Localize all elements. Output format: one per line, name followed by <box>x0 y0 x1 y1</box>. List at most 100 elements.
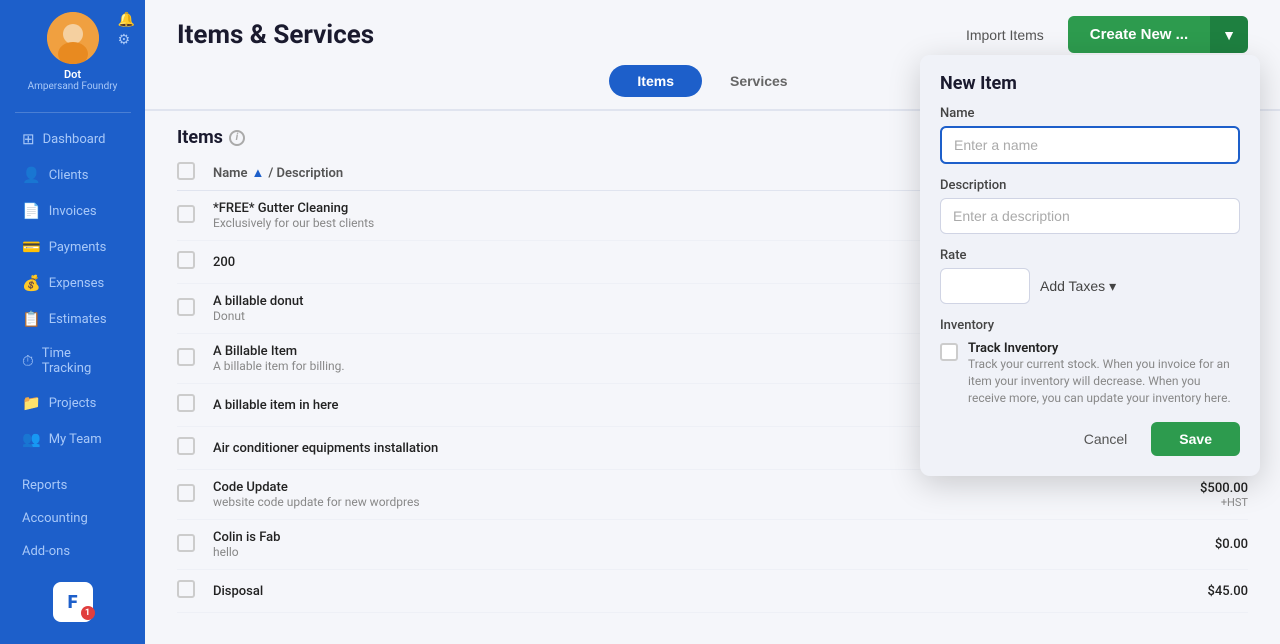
payments-icon: 💳 <box>22 238 41 256</box>
sidebar-item-dashboard[interactable]: ⊞ Dashboard <box>6 122 139 156</box>
sidebar-item-payments[interactable]: 💳 Payments <box>6 230 139 264</box>
track-inventory-title: Track Inventory <box>968 341 1240 356</box>
tab-items[interactable]: Items <box>609 65 702 97</box>
sidebar-item-label: Estimates <box>49 312 107 327</box>
track-inventory-text: Track Inventory Track your current stock… <box>968 341 1240 406</box>
sidebar-item-label: Accounting <box>22 511 88 526</box>
item-tax: +HST <box>1168 496 1248 509</box>
chevron-down-icon: ▼ <box>1222 27 1236 43</box>
inventory-section: Inventory Track Inventory Track your cur… <box>940 318 1240 406</box>
invoices-icon: 📄 <box>22 202 41 220</box>
user-name: Dot <box>64 68 81 81</box>
sidebar-item-label: My Team <box>49 432 102 447</box>
sidebar-item-accounting[interactable]: Accounting <box>6 503 139 534</box>
table-row: Disposal $45.00 <box>177 570 1248 613</box>
sidebar-bottom: F 1 <box>43 572 103 632</box>
inventory-label: Inventory <box>940 318 1240 333</box>
item-price: $0.00 <box>1168 537 1248 552</box>
item-name: Colin is Fab <box>213 530 1168 545</box>
sidebar-item-label: Projects <box>49 396 97 411</box>
sidebar-item-projects[interactable]: 📁 Projects <box>6 386 139 420</box>
row-checkbox[interactable] <box>177 580 195 598</box>
name-form-group: Name <box>940 106 1240 164</box>
my-team-icon: 👥 <box>22 430 41 448</box>
sidebar-item-label: Expenses <box>49 276 105 291</box>
header-actions: Import Items Create New ... ▼ <box>954 16 1248 53</box>
row-checkbox[interactable] <box>177 205 195 223</box>
clients-icon: 👤 <box>22 166 41 184</box>
description-form-group: Description <box>940 178 1240 234</box>
sidebar-item-add-ons[interactable]: Add-ons <box>6 536 139 567</box>
sidebar: Dot Ampersand Foundry 🔔 ⚙ ⊞ Dashboard 👤 … <box>0 0 145 644</box>
main-content: Items & Services Import Items Create New… <box>145 0 1280 644</box>
row-checkbox[interactable] <box>177 394 195 412</box>
cancel-button[interactable]: Cancel <box>1072 423 1140 455</box>
sidebar-divider <box>15 112 131 113</box>
sidebar-item-expenses[interactable]: 💰 Expenses <box>6 266 139 300</box>
sidebar-nav: ⊞ Dashboard 👤 Clients 📄 Invoices 💳 Payme… <box>0 121 145 572</box>
sidebar-item-label: Add-ons <box>22 544 70 559</box>
bell-icon[interactable]: 🔔 <box>118 12 135 28</box>
chevron-down-icon: ▾ <box>1109 278 1116 295</box>
item-name: Code Update <box>213 480 1168 495</box>
import-items-button[interactable]: Import Items <box>954 21 1056 49</box>
track-inventory-row: Track Inventory Track your current stock… <box>940 341 1240 406</box>
name-input[interactable] <box>940 126 1240 164</box>
sidebar-item-invoices[interactable]: 📄 Invoices <box>6 194 139 228</box>
row-checkbox[interactable] <box>177 298 195 316</box>
rate-label: Rate <box>940 248 1240 263</box>
dashboard-icon: ⊞ <box>22 130 35 148</box>
table-row: Colin is Fab hello $0.00 <box>177 520 1248 570</box>
item-name: Disposal <box>213 584 1168 599</box>
add-taxes-button[interactable]: Add Taxes ▾ <box>1040 278 1116 295</box>
row-checkbox[interactable] <box>177 437 195 455</box>
table-row: Code Update website code update for new … <box>177 470 1248 520</box>
sidebar-icon-group: 🔔 ⚙ <box>118 12 135 48</box>
item-desc: hello <box>213 545 1168 559</box>
sidebar-item-label: Invoices <box>49 204 97 219</box>
tab-services[interactable]: Services <box>702 65 816 97</box>
sidebar-item-label: Payments <box>49 240 107 255</box>
create-new-chevron-button[interactable]: ▼ <box>1210 16 1248 53</box>
name-label: Name <box>940 106 1240 121</box>
expenses-icon: 💰 <box>22 274 41 292</box>
sidebar-item-estimates[interactable]: 📋 Estimates <box>6 302 139 336</box>
sidebar-item-clients[interactable]: 👤 Clients <box>6 158 139 192</box>
time-tracking-icon: ⏱ <box>22 352 34 370</box>
track-inventory-desc: Track your current stock. When you invoi… <box>968 356 1240 406</box>
item-price: $500.00 <box>1168 481 1248 496</box>
rate-row: $0.00 Add Taxes ▾ <box>940 268 1240 304</box>
estimates-icon: 📋 <box>22 310 41 328</box>
row-checkbox[interactable] <box>177 534 195 552</box>
rate-input[interactable]: $0.00 <box>940 268 1030 304</box>
description-label: Description <box>940 178 1240 193</box>
create-new-button[interactable]: Create New ... <box>1068 16 1210 53</box>
sidebar-item-my-team[interactable]: 👥 My Team <box>6 422 139 456</box>
col-name-label: Name <box>213 166 247 181</box>
item-desc: website code update for new wordpres <box>213 495 1168 509</box>
row-checkbox[interactable] <box>177 251 195 269</box>
description-input[interactable] <box>940 198 1240 234</box>
item-price: $45.00 <box>1168 584 1248 599</box>
row-checkbox[interactable] <box>177 484 195 502</box>
panel-title: New Item <box>920 55 1260 106</box>
info-icon[interactable]: i <box>229 130 245 146</box>
gear-icon[interactable]: ⚙ <box>118 32 135 48</box>
sidebar-item-label: Time Tracking <box>42 346 123 376</box>
sidebar-profile: Dot Ampersand Foundry 🔔 ⚙ <box>0 12 145 92</box>
select-all-checkbox[interactable] <box>177 162 195 180</box>
create-new-group: Create New ... ▼ <box>1068 16 1248 53</box>
projects-icon: 📁 <box>22 394 41 412</box>
col-desc-label: / Description <box>268 166 343 181</box>
new-item-panel: New Item Name Description Rate $0.00 Add… <box>920 55 1260 476</box>
panel-body: Name Description Rate $0.00 Add Taxes ▾ <box>920 106 1260 406</box>
panel-footer: Cancel Save <box>920 422 1260 456</box>
sidebar-item-label: Reports <box>22 478 67 493</box>
sort-icon[interactable]: ▲ <box>251 165 264 181</box>
sidebar-item-reports[interactable]: Reports <box>6 470 139 501</box>
row-checkbox[interactable] <box>177 348 195 366</box>
save-button[interactable]: Save <box>1151 422 1240 456</box>
page-title: Items & Services <box>177 20 374 50</box>
track-inventory-checkbox[interactable] <box>940 343 958 361</box>
sidebar-item-time-tracking[interactable]: ⏱ Time Tracking <box>6 338 139 384</box>
